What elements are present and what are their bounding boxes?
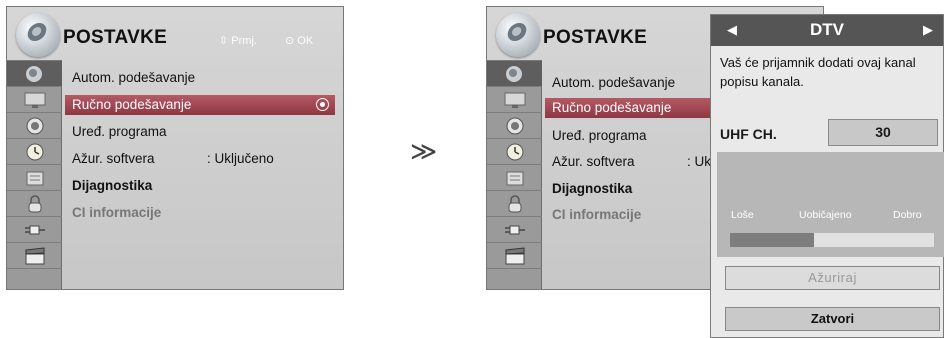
signal-mid-label: Uobičajeno — [799, 209, 852, 221]
close-button[interactable]: Zatvori — [725, 307, 940, 331]
speaker-icon[interactable] — [487, 113, 542, 139]
satellite-dish-icon[interactable] — [487, 61, 542, 87]
update-button[interactable]: Ažuriraj — [725, 266, 940, 290]
move-hint: ⇳ Prmj. — [219, 35, 257, 47]
sidebar — [7, 60, 62, 289]
transition-arrow-icon: ≫ — [410, 136, 438, 166]
menu-title: POSTAVKE — [63, 27, 168, 48]
clock-icon[interactable] — [487, 139, 542, 165]
tv-screen-icon[interactable] — [487, 87, 542, 113]
tv-screen-icon[interactable] — [7, 87, 62, 113]
signal-strength-panel: Loše Uobičajeno Dobro — [717, 152, 944, 257]
menu-title: POSTAVKE — [543, 27, 648, 48]
dialog-header: ◀ DTV ▶ — [711, 15, 943, 46]
ok-circle-icon: ⊙ — [285, 35, 298, 47]
signal-strength-bar — [730, 233, 934, 247]
satellite-dish-icon — [16, 13, 60, 57]
signal-high-label: Dobro — [893, 209, 922, 221]
plug-icon[interactable] — [7, 217, 62, 243]
menu-item-diagnostics[interactable]: Dijagnostika — [72, 176, 342, 196]
menu-item-manual-tuning[interactable]: Ručno podešavanje — [65, 95, 335, 115]
speaker-icon[interactable] — [7, 113, 62, 139]
menu-item-software-update[interactable]: Ažur. softvera : Uključeno — [72, 149, 342, 169]
sidebar — [487, 60, 542, 289]
satellite-dish-icon[interactable] — [7, 61, 62, 87]
channel-label: UHF CH. — [720, 126, 777, 142]
padlock-icon[interactable] — [7, 191, 62, 217]
arrow-right-icon[interactable]: ▶ — [923, 22, 933, 38]
padlock-icon[interactable] — [487, 191, 542, 217]
menu-item-auto-tuning[interactable]: Autom. podešavanje — [72, 68, 342, 88]
ok-circle-icon — [316, 98, 329, 111]
dtv-dialog: ◀ DTV ▶ Vaš će prijamnik dodati ovaj kan… — [710, 14, 944, 338]
lock-icon[interactable] — [487, 165, 542, 191]
signal-low-label: Loše — [731, 209, 754, 221]
software-update-value: : Uključeno — [207, 151, 274, 166]
ok-hint: ⊙ OK — [285, 35, 314, 47]
lock-icon[interactable] — [7, 165, 62, 191]
clapperboard-icon[interactable] — [7, 243, 62, 269]
menu-item-programme-edit[interactable]: Uređ. programa — [72, 122, 342, 142]
channel-input[interactable]: 30 — [828, 119, 938, 146]
dialog-message: Vaš će prijamnik dodati ovaj kanal popis… — [720, 55, 916, 89]
satellite-dish-icon — [496, 13, 540, 57]
clock-icon[interactable] — [7, 139, 62, 165]
menu-item-ci-information: CI informacije — [72, 205, 162, 220]
dialog-title: DTV — [810, 20, 844, 39]
clapperboard-icon[interactable] — [487, 243, 542, 269]
plug-icon[interactable] — [487, 217, 542, 243]
setup-menu-panel: POSTAVKE ⇳ Prmj. ⊙ OK Autom. podešavanje… — [6, 6, 344, 290]
signal-strength-fill — [730, 233, 814, 247]
move-arrows-icon: ⇳ — [219, 35, 232, 47]
